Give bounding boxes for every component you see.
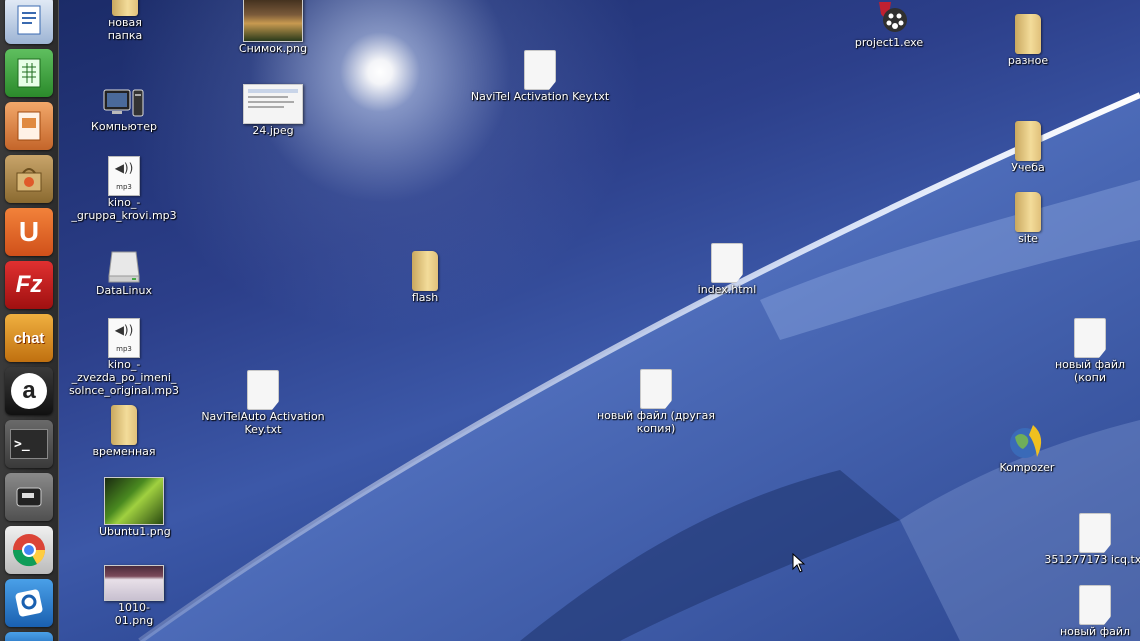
text-file-icon: [1079, 585, 1111, 625]
writer-icon: [17, 5, 41, 35]
text-file-icon: [524, 50, 556, 90]
image-thumbnail-icon: [243, 84, 303, 124]
folder-icon: [1015, 14, 1041, 54]
folder-icon: [1015, 121, 1041, 161]
desktop-icon-snapshot[interactable]: Снимок.png: [238, 0, 308, 55]
icon-label: kino_-_gruppa_krovi.mp3: [71, 196, 177, 222]
icon-label: новый файл (другая копия): [596, 409, 716, 435]
image-thumbnail-icon: [104, 477, 164, 525]
folder-icon: [412, 251, 438, 291]
desktop-icon-new-file[interactable]: новый файл: [1050, 585, 1140, 638]
impress-icon: [17, 111, 41, 141]
launcher-item-writer[interactable]: [5, 0, 53, 44]
icon-label: Kompozer: [999, 461, 1055, 474]
text-file-icon: [247, 370, 279, 410]
launcher-item-chrome[interactable]: [5, 526, 53, 574]
chrome-icon: [12, 534, 46, 567]
amarok-icon: a: [22, 377, 36, 404]
desktop-icon-png1010[interactable]: 1010-01.png: [99, 565, 169, 627]
launcher-item-software-center[interactable]: [5, 155, 53, 203]
desktop-icon-ubuntu1[interactable]: Ubuntu1.png: [99, 477, 171, 538]
icon-label: временная: [92, 445, 156, 458]
text-file-icon: [640, 369, 672, 409]
launcher-item-xchat[interactable]: chat: [5, 314, 53, 362]
qip-icon: [15, 589, 43, 617]
icon-label: Ubuntu1.png: [99, 525, 171, 538]
icon-label: kino_-_zvezda_po_imeni_ solnce_original.…: [68, 358, 180, 397]
terminal-icon: >_: [14, 436, 30, 452]
launcher-item-ubuntu-one[interactable]: U: [5, 208, 53, 256]
launcher-item-impress[interactable]: [5, 102, 53, 150]
icon-label: project1.exe: [854, 36, 924, 49]
icon-label: новый файл: [1059, 625, 1131, 638]
desktop-icon-ucheba[interactable]: Учеба: [993, 121, 1063, 174]
launcher-item-filezilla[interactable]: Fz: [5, 261, 53, 309]
audio-file-icon: ◀)) mp3: [108, 156, 140, 196]
icon-label: разное: [1007, 54, 1049, 67]
launcher-item-terminal[interactable]: >_: [5, 420, 53, 468]
kompozer-icon: [1010, 425, 1042, 458]
mp3-badge: mp3: [116, 345, 132, 353]
ubuntu-one-icon: U: [18, 216, 40, 247]
icon-label: новый файл (копи: [1054, 358, 1126, 384]
desktop-icon-site[interactable]: site: [993, 192, 1063, 245]
wine-exe-icon: [879, 2, 907, 32]
desktop-icon-kompozer[interactable]: Kompozer: [992, 423, 1062, 474]
audio-file-icon: ◀)) mp3: [108, 318, 140, 358]
desktop-icon-datalinux[interactable]: DataLinux: [89, 248, 159, 297]
desktop-icon-icq[interactable]: 351277173 icq.txt: [1040, 513, 1140, 566]
launcher-item-amarok[interactable]: a: [5, 367, 53, 415]
desktop-icon-mp3-zvezda[interactable]: ◀)) mp3 kino_-_zvezda_po_imeni_ solnce_or…: [58, 318, 190, 397]
software-center-icon: [16, 168, 42, 192]
desktop-icon-raznoe[interactable]: разное: [993, 14, 1063, 67]
computer-icon: [103, 89, 144, 117]
launcher-item-partial[interactable]: [5, 632, 53, 641]
desktop-icon-mp3-krovi[interactable]: ◀)) mp3 kino_-_gruppa_krovi.mp3: [58, 156, 190, 222]
filezilla-icon: Fz: [15, 271, 43, 298]
desktop-background: U Fz chat a >_ новая папка Снимок.png Na…: [0, 0, 1140, 641]
desktop-icon-computer[interactable]: Компьютер: [84, 86, 164, 133]
desktop-icon-index-html[interactable]: index.html: [692, 243, 762, 296]
drive-icon: [16, 487, 42, 507]
mouse-pointer-icon: [792, 553, 806, 573]
icon-label: Снимок.png: [238, 42, 308, 55]
desktop-icon-jpeg24[interactable]: 24.jpeg: [238, 84, 308, 137]
launcher-item-qip[interactable]: [5, 579, 53, 627]
desktop-icon-navitel-key[interactable]: NaviTel Activation Key.txt: [470, 50, 610, 103]
folder-icon: [111, 405, 137, 445]
desktop-icon-new-folder[interactable]: новая папка: [90, 0, 160, 42]
icon-label: Компьютер: [91, 120, 157, 133]
icon-label: index.html: [697, 283, 757, 296]
desktop-icon-new-file-kop[interactable]: новый файл (копи: [1040, 318, 1140, 384]
desktop-icon-flash[interactable]: flash: [390, 251, 460, 304]
desktop-icon-vremennaya[interactable]: временная: [89, 405, 159, 458]
image-thumbnail-icon: [243, 0, 303, 42]
icon-label: NaviTelAuto Activation Key.txt: [201, 410, 325, 436]
icon-label: DataLinux: [96, 284, 152, 297]
icon-label: NaviTel Activation Key.txt: [470, 90, 610, 103]
icon-label: 351277173 icq.txt: [1044, 553, 1140, 566]
icon-label: site: [1018, 232, 1038, 245]
desktop-icon-navitel-auto[interactable]: NaviTelAuto Activation Key.txt: [200, 370, 326, 436]
icon-label: Учеба: [1011, 161, 1045, 174]
desktop-icon-new-file-copy[interactable]: новый файл (другая копия): [596, 369, 716, 435]
xchat-icon: chat: [13, 329, 45, 347]
launcher-item-drive[interactable]: [5, 473, 53, 521]
icon-label: flash: [411, 291, 439, 304]
icon-label: новая папка: [107, 16, 143, 42]
unity-launcher: U Fz chat a >_: [0, 0, 59, 641]
drive-icon: [108, 251, 140, 283]
folder-icon: [112, 0, 138, 16]
launcher-item-calc[interactable]: [5, 49, 53, 97]
html-file-icon: [711, 243, 743, 283]
folder-icon: [1015, 192, 1041, 232]
desktop-icon-project1[interactable]: project1.exe: [854, 0, 924, 49]
calc-icon: [17, 58, 41, 88]
image-thumbnail-icon: [104, 565, 164, 601]
mp3-badge: mp3: [116, 183, 132, 191]
text-file-icon: [1079, 513, 1111, 553]
icon-label: 1010-01.png: [114, 601, 154, 627]
icon-label: 24.jpeg: [252, 124, 294, 137]
text-file-icon: [1074, 318, 1106, 358]
